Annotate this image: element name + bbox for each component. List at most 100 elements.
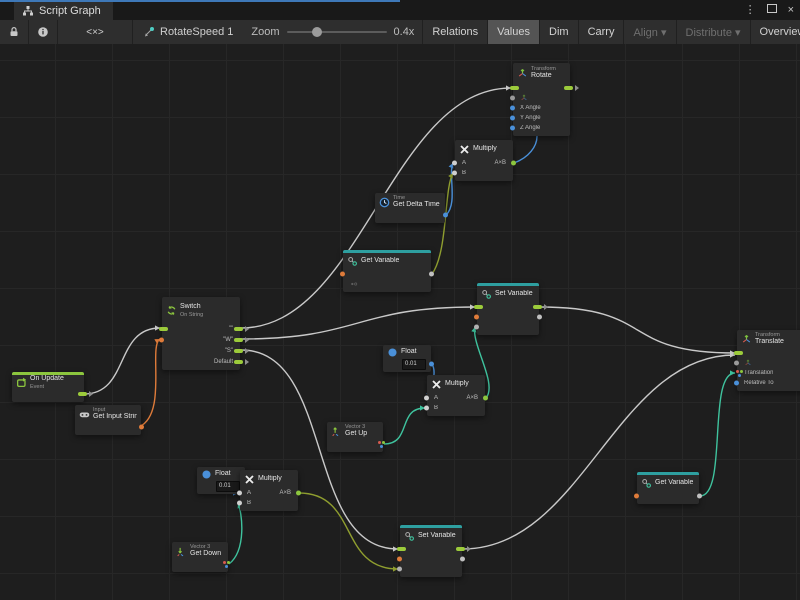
- input-port-dot[interactable]: [424, 406, 429, 411]
- input-port-dot[interactable]: [634, 494, 639, 499]
- output-port-dot[interactable]: [296, 491, 301, 496]
- node-switch[interactable]: SwitchOn String"""W""S"Default: [162, 297, 240, 370]
- node-row: [477, 302, 539, 312]
- output-port-flow[interactable]: [234, 338, 243, 342]
- output-port-dot[interactable]: [697, 494, 702, 499]
- input-port-dot[interactable]: [510, 106, 515, 111]
- input-port-dot[interactable]: [734, 381, 739, 386]
- tab-strip: Script Graph ⋮ ×: [0, 0, 800, 20]
- graph-canvas[interactable]: TransformRotateX AngleY AngleZ AngleMult…: [0, 44, 800, 600]
- toolbar-button-overview[interactable]: Overview: [751, 20, 800, 44]
- lock-button[interactable]: [0, 20, 29, 44]
- node-set-variable-bottom[interactable]: Set Variable: [400, 525, 462, 577]
- input-port-dot[interactable]: [340, 272, 345, 277]
- input-port-dot[interactable]: [734, 361, 739, 366]
- output-port-dot[interactable]: [460, 557, 465, 562]
- node-translate[interactable]: TransformTranslateTranslationRelative To: [737, 330, 800, 391]
- node-get-variable-bottom[interactable]: Get Variable: [637, 472, 699, 504]
- value-field[interactable]: 0.01: [216, 481, 240, 492]
- input-port-dot[interactable]: [159, 337, 164, 342]
- input-port-dot[interactable]: [397, 557, 402, 562]
- flow-chevron-icon: [467, 546, 471, 552]
- node-get-down[interactable]: Vector 3Get Down: [172, 542, 228, 572]
- output-port-flow[interactable]: [564, 86, 573, 90]
- graph-reference[interactable]: RotateSpeed 1: [133, 20, 243, 44]
- node-row: [400, 564, 462, 574]
- window-maximize-icon[interactable]: [767, 2, 777, 18]
- output-port-flow[interactable]: [234, 360, 243, 364]
- tab-script-graph[interactable]: Script Graph: [14, 2, 113, 20]
- input-port-dot[interactable]: [474, 315, 479, 320]
- output-port-flow[interactable]: [456, 547, 465, 551]
- variable-icon: [641, 478, 652, 489]
- port-label: B: [462, 170, 466, 176]
- node-set-variable-mid[interactable]: Set Variable: [477, 283, 539, 335]
- node-header: Float: [383, 345, 431, 359]
- toolbar-button-carry[interactable]: Carry: [579, 20, 625, 44]
- flow-chevron-icon: [89, 391, 93, 397]
- output-port-flow[interactable]: [533, 305, 542, 309]
- input-port-dot[interactable]: [424, 396, 429, 401]
- info-button[interactable]: [29, 20, 58, 44]
- node-get-input-string[interactable]: InputGet Input String: [75, 405, 141, 435]
- node-row: "W": [162, 334, 240, 345]
- output-port-dot[interactable]: [139, 425, 144, 430]
- input-port-flow[interactable]: [159, 327, 168, 331]
- multiply-icon: [431, 379, 442, 390]
- node-multiply-mid[interactable]: MultiplyAA×BB: [427, 375, 485, 416]
- input-port-dot[interactable]: [237, 491, 242, 496]
- input-port-dot[interactable]: [510, 126, 515, 131]
- port-label: "": [229, 326, 233, 332]
- node-on-update[interactable]: On UpdateEvent: [12, 372, 84, 402]
- output-port-dot[interactable]: [429, 362, 434, 367]
- input-port-dot[interactable]: [510, 96, 515, 101]
- input-port-vec[interactable]: [734, 369, 744, 377]
- input-port-flow[interactable]: [397, 547, 406, 551]
- node-get-delta-time[interactable]: TimeGet Delta Time: [375, 193, 445, 223]
- node-header: TransformRotate: [513, 63, 570, 83]
- node-rotate[interactable]: TransformRotateX AngleY AngleZ Angle: [513, 63, 570, 136]
- output-port-dot[interactable]: [429, 272, 434, 277]
- output-port-vec[interactable]: [376, 440, 386, 448]
- output-port-flow[interactable]: [78, 392, 87, 396]
- output-port-dot[interactable]: [483, 396, 488, 401]
- input-port-flow[interactable]: [510, 86, 519, 90]
- output-port-dot[interactable]: [511, 161, 516, 166]
- output-port-flow[interactable]: [234, 327, 243, 331]
- value-field[interactable]: 0.01: [402, 359, 426, 370]
- node-get-variable-top[interactable]: Get Variable: [343, 250, 431, 292]
- zoom-slider-handle[interactable]: [312, 27, 322, 37]
- output-port-dot[interactable]: [537, 315, 542, 320]
- output-port-dot[interactable]: [443, 213, 448, 218]
- node-multiply-bottom[interactable]: MultiplyAA×BB: [240, 470, 298, 511]
- input-port-dot[interactable]: [474, 325, 479, 330]
- zoom-slider[interactable]: [287, 31, 387, 33]
- code-view-button[interactable]: <×>: [58, 20, 133, 44]
- window-menu-icon[interactable]: ⋮: [745, 2, 756, 18]
- node-title: Float: [215, 470, 231, 478]
- node-row: B: [455, 168, 513, 178]
- input-port-dot[interactable]: [510, 116, 515, 121]
- node-multiply-top[interactable]: MultiplyAA×BB: [455, 140, 513, 181]
- input-port-dot[interactable]: [452, 171, 457, 176]
- input-port-dot[interactable]: [452, 161, 457, 166]
- wire: [139, 339, 160, 427]
- node-row: "": [162, 323, 240, 334]
- output-port-vec[interactable]: [221, 560, 231, 568]
- input-port-dot[interactable]: [237, 501, 242, 506]
- input-port-flow[interactable]: [474, 305, 483, 309]
- toolbar-button-relations[interactable]: Relations: [423, 20, 488, 44]
- port-label: A: [462, 160, 466, 166]
- node-row: [375, 210, 445, 220]
- window-close-icon[interactable]: ×: [788, 2, 794, 18]
- wire-layer: [0, 44, 800, 600]
- node-float-mid[interactable]: Float0.01: [383, 345, 431, 372]
- input-port-dot[interactable]: [397, 567, 402, 572]
- node-row: Relative To: [737, 378, 800, 388]
- node-title: Switch: [180, 303, 203, 311]
- node-get-up[interactable]: Vector 3Get Up: [327, 422, 383, 452]
- toolbar-button-dim[interactable]: Dim: [540, 20, 579, 44]
- toolbar-button-values[interactable]: Values: [488, 20, 540, 44]
- input-port-flow[interactable]: [734, 351, 743, 355]
- output-port-flow[interactable]: [234, 349, 243, 353]
